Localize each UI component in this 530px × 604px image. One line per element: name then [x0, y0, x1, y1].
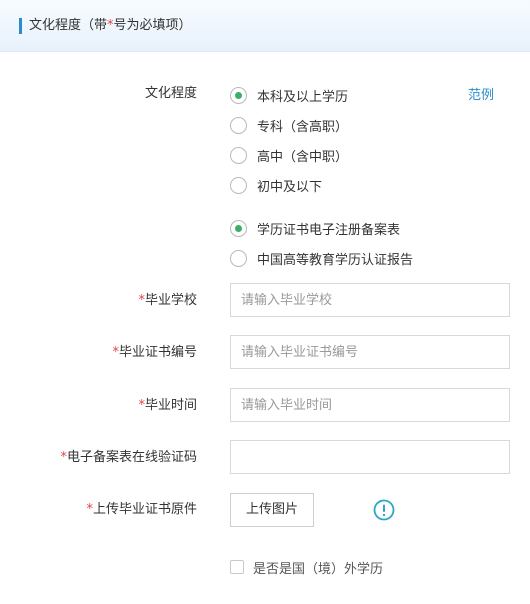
radio-label: 专科（含高职） — [257, 119, 349, 135]
cert-no-label-text: 毕业证书编号 — [118, 345, 197, 360]
school-label: *毕业学校 — [138, 292, 197, 310]
upload-label-text: 上传毕业证书原件 — [92, 502, 197, 517]
radio-high-school[interactable]: 高中（含中职） — [230, 145, 348, 165]
example-link[interactable]: 范例 — [468, 84, 494, 103]
school-label-text: 毕业学校 — [144, 293, 197, 308]
grad-time-label: *毕业时间 — [138, 397, 197, 415]
radio-circle — [230, 116, 247, 134]
verify-code-label: *电子备案表在线验证码 — [60, 449, 197, 467]
radio-bachelor[interactable]: 本科及以上学历 — [230, 85, 348, 105]
checkbox-box — [230, 560, 244, 574]
radio-junior-college[interactable]: 专科（含高职） — [230, 115, 348, 135]
education-label: 文化程度 — [144, 86, 197, 101]
title-prefix: 文化程度（带 — [29, 18, 108, 33]
header-accent-bar — [19, 18, 22, 34]
radio-label: 中国高等教育学历认证报告 — [257, 252, 414, 268]
radio-circle — [230, 219, 247, 237]
verify-code-input[interactable] — [230, 440, 510, 474]
radio-circle — [230, 146, 247, 164]
overseas-degree-checkbox[interactable]: 是否是国（境）外学历 — [230, 557, 383, 577]
school-input[interactable] — [230, 283, 510, 317]
radio-registration-form[interactable]: 学历证书电子注册备案表 — [230, 218, 400, 238]
radio-circle — [230, 86, 247, 104]
overseas-degree-label: 是否是国（境）外学历 — [253, 561, 384, 577]
radio-label: 学历证书电子注册备案表 — [257, 222, 401, 238]
info-icon[interactable] — [373, 499, 395, 521]
upload-image-button[interactable]: 上传图片 — [230, 493, 314, 527]
cert-no-label: *毕业证书编号 — [112, 344, 197, 362]
radio-certification-report[interactable]: 中国高等教育学历认证报告 — [230, 248, 413, 268]
radio-label: 本科及以上学历 — [257, 89, 349, 105]
radio-label: 高中（含中职） — [257, 149, 349, 165]
radio-label: 初中及以下 — [257, 179, 323, 195]
grad-time-input[interactable] — [230, 388, 510, 422]
radio-circle — [230, 176, 247, 194]
radio-dot — [235, 91, 242, 99]
cert-no-input[interactable] — [230, 335, 510, 369]
radio-dot — [235, 224, 242, 232]
grad-time-label-text: 毕业时间 — [144, 398, 197, 413]
verify-code-label-text: 电子备案表在线验证码 — [66, 450, 197, 465]
radio-middle-school[interactable]: 初中及以下 — [230, 175, 322, 195]
section-title: 文化程度（带*号为必填项） — [29, 17, 192, 35]
upload-label: *上传毕业证书原件 — [86, 501, 197, 519]
section-header: 文化程度（带*号为必填项） — [0, 0, 530, 52]
radio-circle — [230, 249, 247, 267]
title-suffix: 号为必填项） — [113, 18, 192, 33]
